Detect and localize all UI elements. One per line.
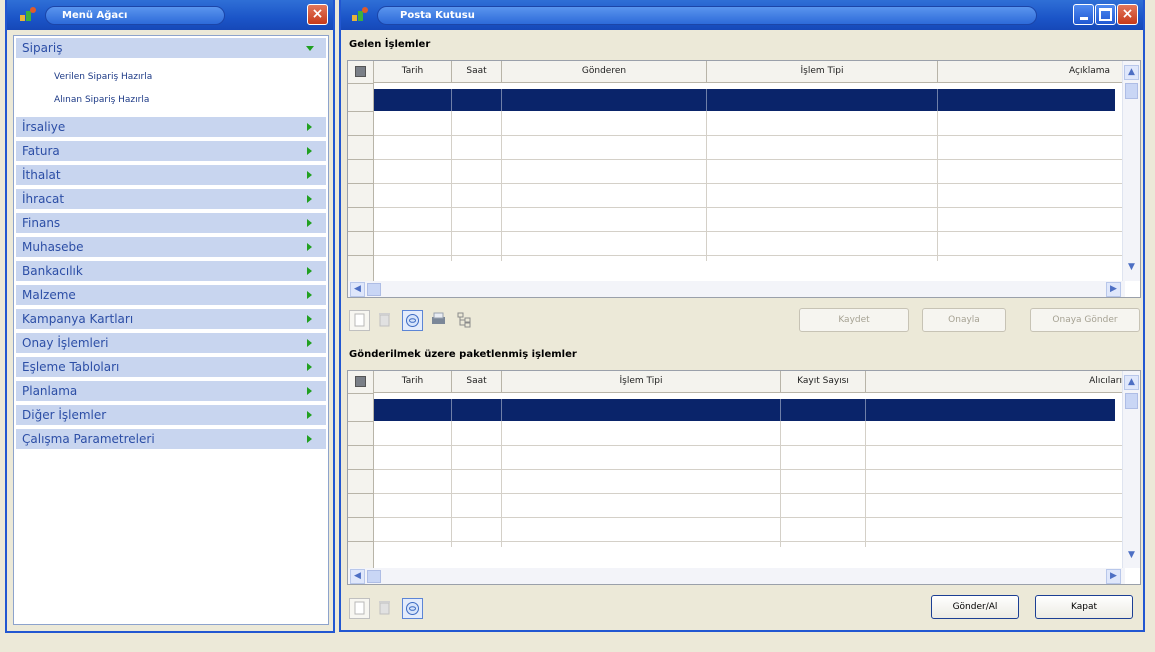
menu-item-esleme-tablolari[interactable]: Eşleme Tabloları xyxy=(16,357,326,377)
select-all-icon[interactable] xyxy=(355,376,366,387)
chevron-right-icon xyxy=(307,435,312,443)
menu-item-muhasebe[interactable]: Muhasebe xyxy=(16,237,326,257)
chevron-right-icon xyxy=(307,171,312,179)
menu-item-bankacilik[interactable]: Bankacılık xyxy=(16,261,326,281)
app-icon xyxy=(352,7,368,21)
tree-view-icon[interactable] xyxy=(455,310,476,331)
column-header-saat[interactable]: Saat xyxy=(452,61,502,83)
menu-item-ihracat[interactable]: İhracat xyxy=(16,189,326,209)
close-button[interactable]: Kapat xyxy=(1035,595,1133,619)
column-header-aciklama[interactable]: Açıklama xyxy=(938,61,1125,83)
column-header-gonderen[interactable]: Gönderen xyxy=(502,61,707,83)
refresh-icon[interactable] xyxy=(402,598,423,619)
incoming-grid[interactable]: Tarih Saat Gönderen İşlem Tipi Açıklama … xyxy=(347,60,1141,298)
menu-item-siparis[interactable]: Sipariş xyxy=(16,38,326,58)
horizontal-scrollbar[interactable]: ◀ ▶ xyxy=(348,281,1125,297)
incoming-section-title: Gelen İşlemler xyxy=(349,39,431,50)
new-document-icon[interactable] xyxy=(349,310,370,331)
menu-tree: Sipariş Verilen Sipariş Hazırla Alınan S… xyxy=(13,35,329,625)
column-header-kayit-sayisi[interactable]: Kayıt Sayısı xyxy=(781,371,866,393)
row-header-column xyxy=(348,371,374,568)
scroll-left-icon[interactable]: ◀ xyxy=(350,282,365,297)
menu-item-onay-islemleri[interactable]: Onay İşlemleri xyxy=(16,333,326,353)
scroll-right-icon[interactable]: ▶ xyxy=(1106,282,1121,297)
vertical-scrollbar[interactable]: ▲ ▼ xyxy=(1122,371,1140,568)
scroll-up-icon[interactable]: ▲ xyxy=(1124,375,1139,390)
vertical-scrollbar[interactable]: ▲ ▼ xyxy=(1122,61,1140,281)
scroll-left-icon[interactable]: ◀ xyxy=(350,569,365,584)
menu-item-planlama[interactable]: Planlama xyxy=(16,381,326,401)
selected-row[interactable] xyxy=(374,89,1115,111)
outgoing-section-title: Gönderilmek üzere paketlenmiş işlemler xyxy=(349,349,577,360)
scroll-up-icon[interactable]: ▲ xyxy=(1124,65,1139,80)
chevron-right-icon xyxy=(307,363,312,371)
app-icon xyxy=(20,7,36,21)
chevron-right-icon xyxy=(307,387,312,395)
delete-icon[interactable] xyxy=(375,310,396,331)
column-header-saat[interactable]: Saat xyxy=(452,371,502,393)
scroll-down-icon[interactable]: ▼ xyxy=(1124,261,1139,276)
close-icon[interactable]: × xyxy=(307,4,328,25)
chevron-right-icon xyxy=(307,219,312,227)
column-header-alicilari[interactable]: Alıcıları xyxy=(866,371,1125,393)
maximize-icon[interactable] xyxy=(1095,4,1116,25)
new-document-icon[interactable] xyxy=(349,598,370,619)
menu-item-finans[interactable]: Finans xyxy=(16,213,326,233)
scroll-down-icon[interactable]: ▼ xyxy=(1124,549,1139,564)
chevron-right-icon xyxy=(307,195,312,203)
refresh-icon[interactable] xyxy=(402,310,423,331)
desktop-strip xyxy=(0,633,1155,652)
minimize-icon[interactable] xyxy=(1073,4,1094,25)
row-header-column xyxy=(348,61,374,281)
close-icon[interactable]: × xyxy=(1117,4,1138,25)
menu-tree-titlebar[interactable]: Menü Ağacı × xyxy=(7,0,333,30)
menu-tree-title: Menü Ağacı xyxy=(45,6,225,25)
horizontal-scrollbar[interactable]: ◀ ▶ xyxy=(348,568,1125,584)
menu-subitem-verilen-siparis[interactable]: Verilen Sipariş Hazırla xyxy=(54,72,152,82)
chevron-right-icon xyxy=(307,411,312,419)
column-header-islem-tipi[interactable]: İşlem Tipi xyxy=(502,371,781,393)
menu-item-fatura[interactable]: Fatura xyxy=(16,141,326,161)
column-header-islem-tipi[interactable]: İşlem Tipi xyxy=(707,61,938,83)
scroll-thumb[interactable] xyxy=(1125,393,1138,409)
menu-subitem-alinan-siparis[interactable]: Alınan Sipariş Hazırla xyxy=(54,95,149,105)
approve-button[interactable]: Onayla xyxy=(922,308,1006,332)
mailbox-window: Posta Kutusu × Gelen İşlemler Tarih Saat… xyxy=(339,0,1145,632)
selected-row[interactable] xyxy=(374,399,1115,421)
scroll-thumb[interactable] xyxy=(367,570,381,583)
menu-item-ithalat[interactable]: İthalat xyxy=(16,165,326,185)
menu-item-malzeme[interactable]: Malzeme xyxy=(16,285,326,305)
print-icon[interactable] xyxy=(429,310,450,331)
mailbox-titlebar[interactable]: Posta Kutusu × xyxy=(341,0,1143,30)
chevron-down-icon xyxy=(306,46,314,51)
delete-icon[interactable] xyxy=(375,598,396,619)
menu-item-irsaliye[interactable]: İrsaliye xyxy=(16,117,326,137)
menu-item-calisma-parametreleri[interactable]: Çalışma Parametreleri xyxy=(16,429,326,449)
scroll-thumb[interactable] xyxy=(1125,83,1138,99)
outgoing-grid[interactable]: Tarih Saat İşlem Tipi Kayıt Sayısı Alıcı… xyxy=(347,370,1141,585)
chevron-right-icon xyxy=(307,243,312,251)
mailbox-title: Posta Kutusu xyxy=(377,6,1037,25)
select-all-icon[interactable] xyxy=(355,66,366,77)
send-receive-button[interactable]: Gönder/Al xyxy=(931,595,1019,619)
column-header-tarih[interactable]: Tarih xyxy=(374,61,452,83)
chevron-right-icon xyxy=(307,267,312,275)
chevron-right-icon xyxy=(307,147,312,155)
chevron-right-icon xyxy=(307,291,312,299)
send-for-approval-button[interactable]: Onaya Gönder xyxy=(1030,308,1140,332)
menu-item-diger-islemler[interactable]: Diğer İşlemler xyxy=(16,405,326,425)
scroll-thumb[interactable] xyxy=(367,283,381,296)
chevron-right-icon xyxy=(307,339,312,347)
chevron-right-icon xyxy=(307,123,312,131)
save-button[interactable]: Kaydet xyxy=(799,308,909,332)
chevron-right-icon xyxy=(307,315,312,323)
scroll-right-icon[interactable]: ▶ xyxy=(1106,569,1121,584)
column-header-tarih[interactable]: Tarih xyxy=(374,371,452,393)
menu-item-kampanya-kartlari[interactable]: Kampanya Kartları xyxy=(16,309,326,329)
menu-tree-window: Menü Ağacı × Sipariş Verilen Sipariş Haz… xyxy=(5,0,335,633)
